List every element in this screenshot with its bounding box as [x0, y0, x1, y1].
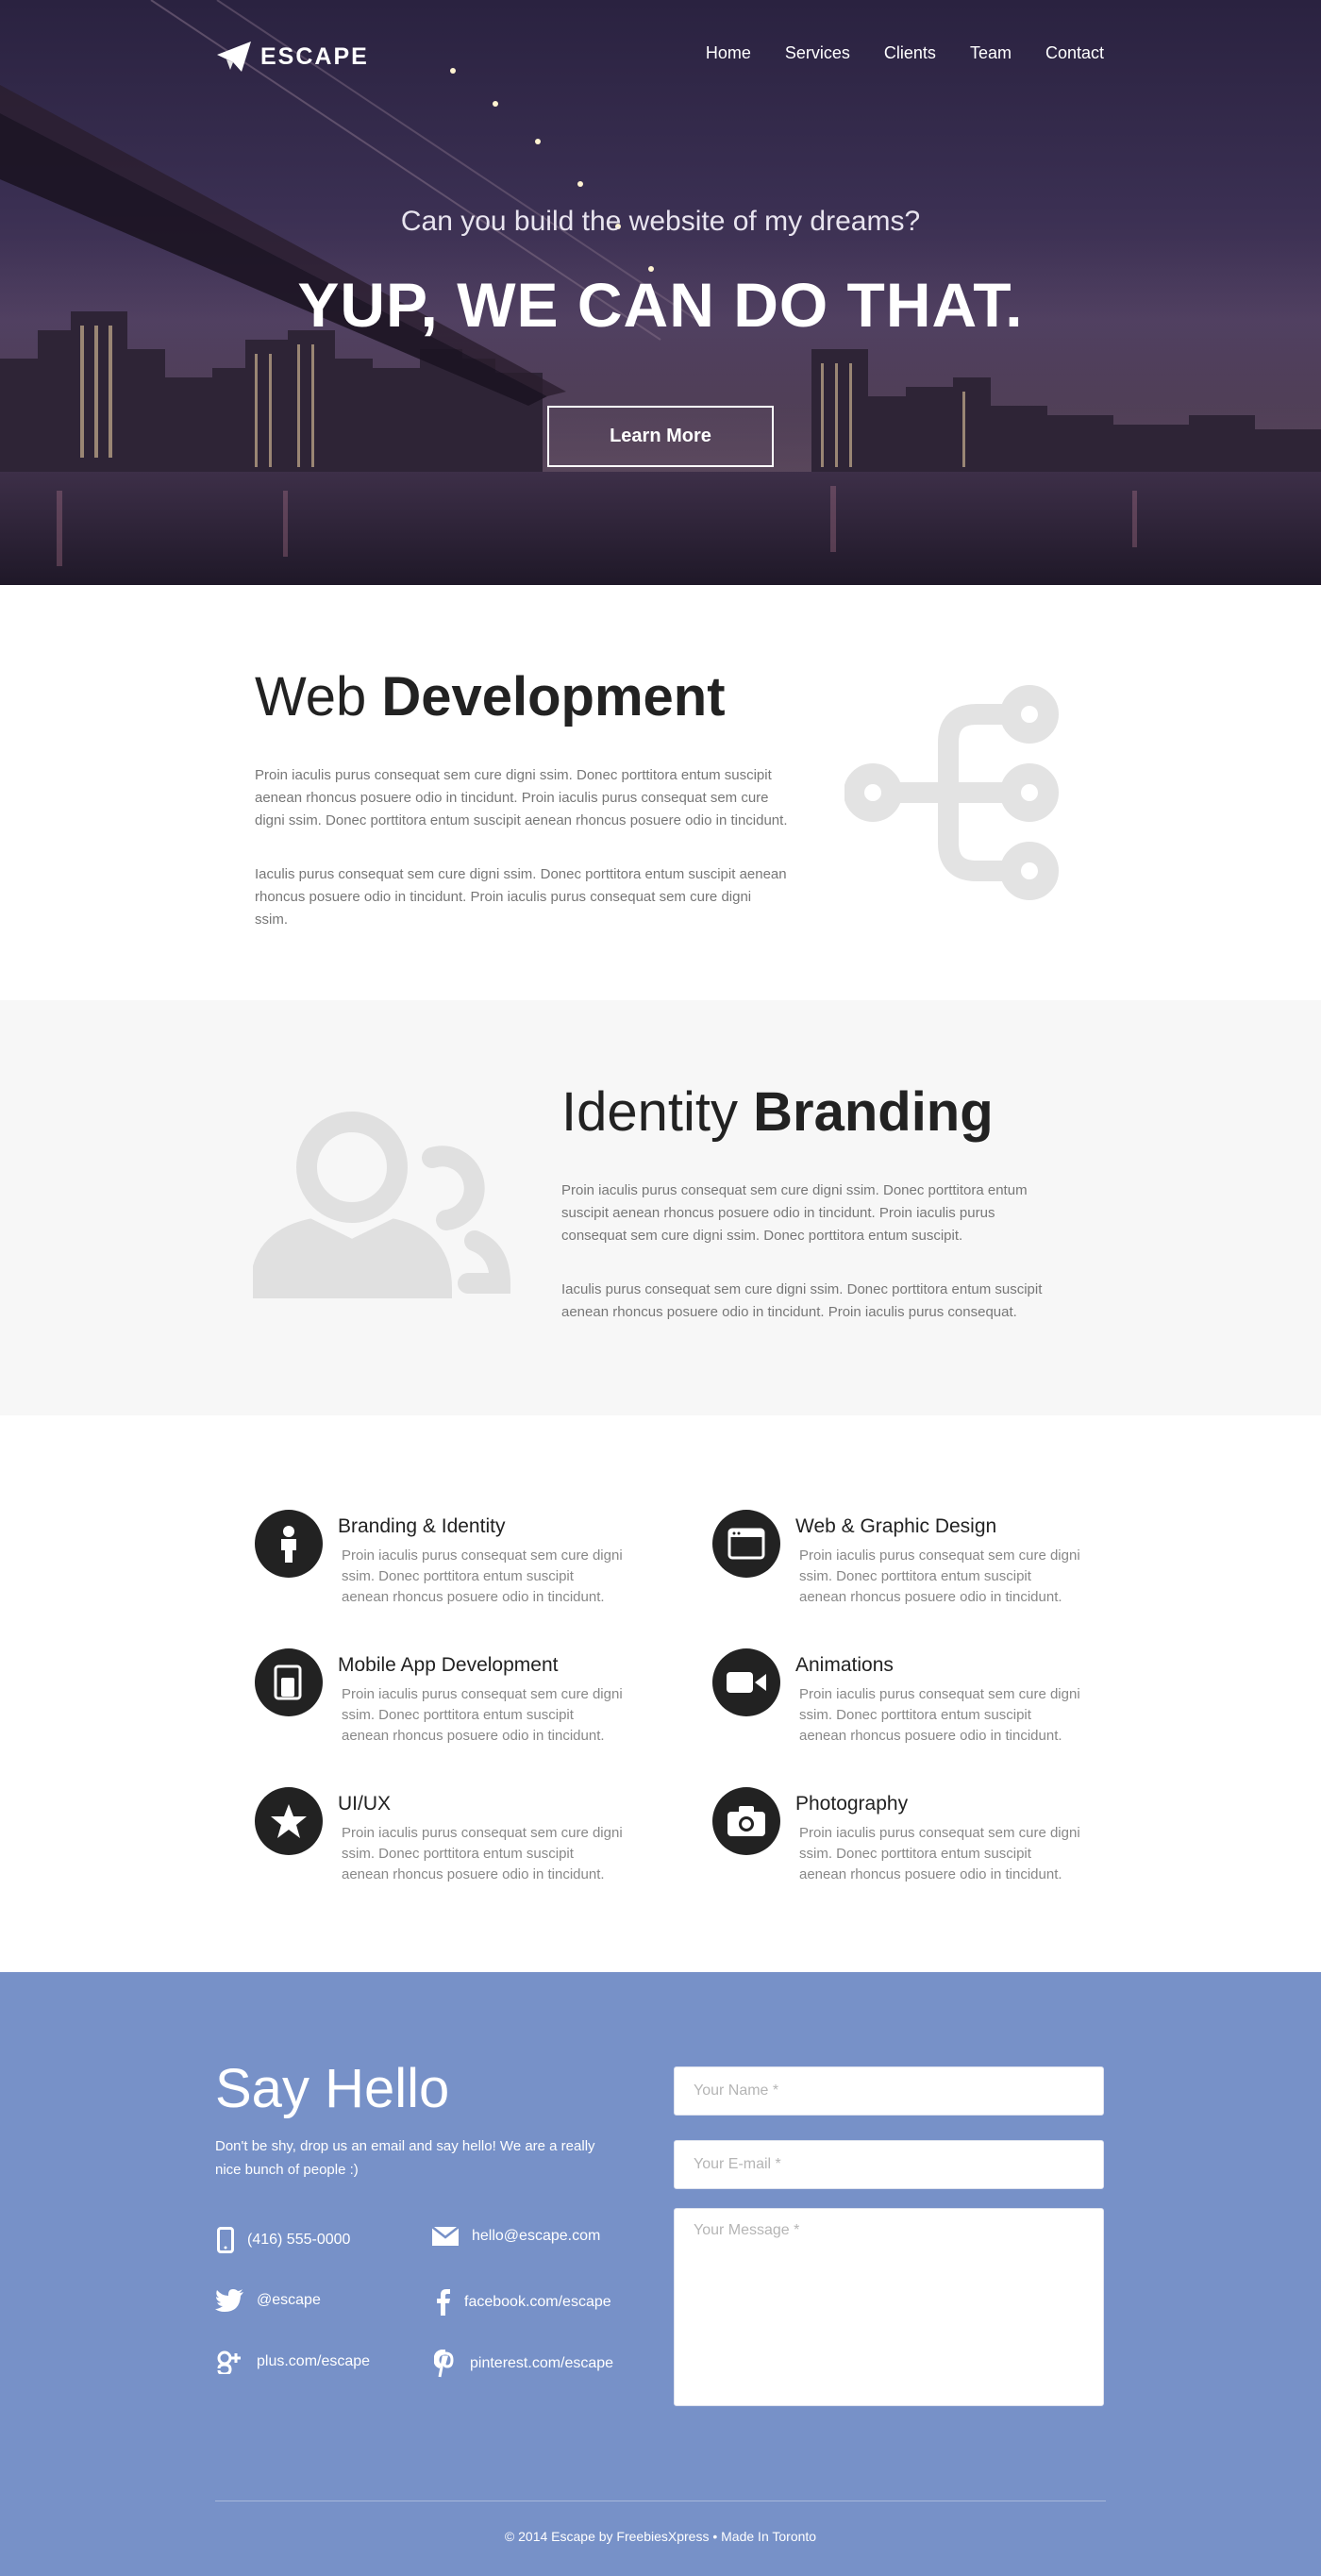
nav-contact[interactable]: Contact: [1045, 43, 1104, 63]
phone-number: (416) 555-0000: [247, 2232, 351, 2248]
browser-window-icon: [712, 1510, 780, 1578]
facebook-url: facebook.com/escape: [464, 2294, 611, 2310]
twitter-handle: @escape: [257, 2292, 321, 2308]
contact-twitter[interactable]: @escape: [215, 2289, 321, 2312]
contact-facebook[interactable]: facebook.com/escape: [436, 2289, 611, 2316]
hero-headline: YUP, WE CAN DO THAT.: [297, 270, 1024, 340]
email-address: hello@escape.com: [472, 2228, 601, 2244]
contact-phone: (416) 555-0000: [217, 2227, 350, 2253]
contact-title-light: Say: [215, 2058, 309, 2119]
branding-title-bold: Branding: [753, 1081, 994, 1143]
hero-section: ESCAPE Home Services Clients Team Contac…: [0, 0, 1321, 585]
facebook-icon: [437, 2289, 450, 2316]
googleplus-url: plus.com/escape: [257, 2353, 371, 2369]
contact-intro: Don't be shy, drop us an email and say h…: [215, 2138, 595, 2178]
branding-title-light: Identity: [561, 1081, 738, 1143]
web-dev-title: Web Development: [255, 665, 726, 728]
web-dev-paragraph-1: Proin iaculis purus consequat sem cure d…: [255, 767, 788, 828]
identity-branding-section: Identity Branding Proin iaculis purus co…: [0, 1000, 1321, 1415]
service-title: Branding & Identity: [338, 1515, 506, 1537]
learn-more-button[interactable]: Learn More: [547, 406, 774, 467]
web-dev-title-bold: Development: [381, 666, 726, 728]
branding-paragraph-1: Proin iaculis purus consequat sem cure d…: [561, 1182, 1028, 1244]
pinterest-url: pinterest.com/escape: [470, 2355, 614, 2371]
hero-tagline: Can you build the website of my dreams?: [400, 206, 921, 237]
contact-section: Say Hello Don't be shy, drop us an email…: [0, 1972, 1321, 2576]
service-title: UI/UX: [338, 1793, 392, 1815]
services-section: Branding & Identity Proin iaculis purus …: [0, 1415, 1321, 1972]
sitemap-icon: [844, 685, 1059, 900]
nav-team[interactable]: Team: [970, 43, 1012, 63]
service-title: Web & Graphic Design: [795, 1515, 997, 1537]
service-title: Animations: [795, 1654, 894, 1676]
service-description: Proin iaculis purus consequat sem cure d…: [799, 1825, 1080, 1882]
footer-copyright: © 2014 Escape by FreebiesXpress • Made I…: [504, 2529, 817, 2544]
contact-pinterest[interactable]: pinterest.com/escape: [434, 2350, 613, 2378]
video-camera-icon: [712, 1648, 780, 1716]
pinterest-icon: [434, 2350, 454, 2378]
contact-title-bold: Hello: [325, 2058, 450, 2119]
service-title: Photography: [795, 1793, 909, 1815]
branding-title: Identity Branding: [561, 1080, 994, 1144]
service-title: Mobile App Development: [338, 1654, 559, 1676]
devices-icon: [255, 1648, 323, 1716]
web-dev-title-light: Web: [255, 666, 367, 728]
branding-paragraph-2: Iaculis purus consequat sem cure digni s…: [561, 1281, 1043, 1320]
paper-plane-icon: [217, 42, 251, 72]
twitter-icon: [215, 2289, 243, 2312]
nav-services[interactable]: Services: [785, 43, 850, 63]
service-description: Proin iaculis purus consequat sem cure d…: [799, 1686, 1080, 1744]
person-icon: [255, 1510, 323, 1578]
message-textarea[interactable]: Your Message *: [674, 2208, 1104, 2406]
logo-text: ESCAPE: [260, 42, 369, 70]
star-icon: [255, 1787, 323, 1855]
brand-logo[interactable]: ESCAPE: [217, 42, 369, 72]
web-development-section: Web Development Proin iaculis purus cons…: [0, 585, 1321, 1000]
mobile-phone-icon: [217, 2227, 234, 2253]
contact-title: Say Hello: [215, 2057, 449, 2120]
email-input[interactable]: Your E-mail *: [674, 2140, 1104, 2189]
service-description: Proin iaculis purus consequat sem cure d…: [342, 1825, 623, 1882]
envelope-icon: [432, 2227, 459, 2246]
name-input[interactable]: Your Name *: [674, 2066, 1104, 2116]
nav-clients[interactable]: Clients: [884, 43, 936, 63]
web-dev-paragraph-2: Iaculis purus consequat sem cure digni s…: [255, 866, 787, 928]
service-description: Proin iaculis purus consequat sem cure d…: [342, 1547, 623, 1605]
contact-email[interactable]: hello@escape.com: [432, 2227, 600, 2246]
service-description: Proin iaculis purus consequat sem cure d…: [799, 1547, 1080, 1605]
main-nav: Home Services Clients Team Contact: [706, 43, 1104, 63]
google-plus-icon: [217, 2350, 241, 2374]
contact-googleplus[interactable]: plus.com/escape: [215, 2350, 370, 2374]
nav-home[interactable]: Home: [706, 43, 751, 63]
service-description: Proin iaculis purus consequat sem cure d…: [342, 1686, 623, 1744]
users-icon: [253, 1112, 511, 1298]
camera-icon: [712, 1787, 780, 1855]
